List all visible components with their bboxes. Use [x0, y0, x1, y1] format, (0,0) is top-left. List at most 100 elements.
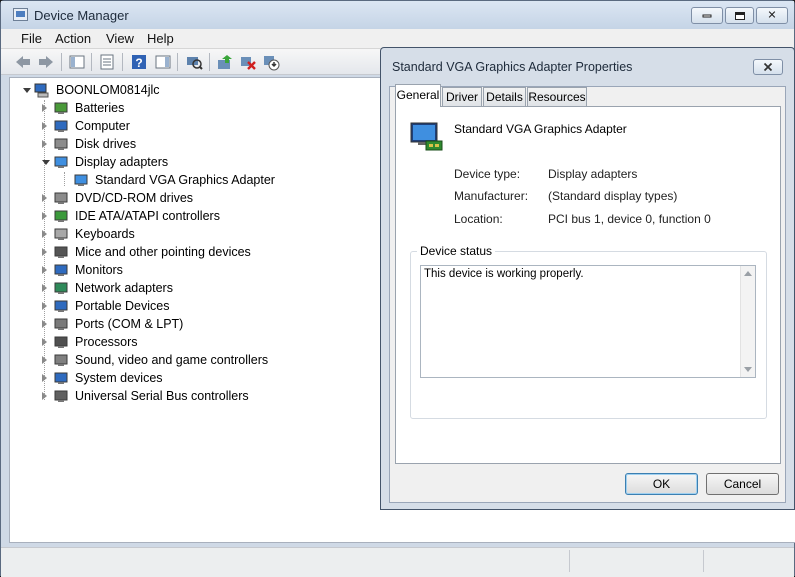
expand-arrow-icon[interactable] [42, 302, 47, 310]
show-hide-tree-icon[interactable] [68, 53, 86, 71]
tree-item[interactable]: Computer [10, 117, 430, 135]
tree-item-label: Network adapters [75, 281, 173, 295]
tree-item-label: Display adapters [75, 155, 169, 169]
display-adapter-icon [73, 172, 89, 188]
toolbar-separator [122, 53, 123, 71]
title-bar[interactable]: Device Manager ✕ [1, 1, 794, 29]
expand-arrow-icon[interactable] [42, 374, 47, 382]
expand-arrow-icon[interactable] [42, 212, 47, 220]
expand-arrow-icon[interactable] [42, 392, 47, 400]
tree-item[interactable]: Display adapters [10, 153, 430, 171]
port-icon [53, 316, 69, 332]
tree-item[interactable]: Mice and other pointing devices [10, 243, 430, 261]
minimize-icon [702, 14, 712, 17]
tree-item[interactable]: Universal Serial Bus controllers [10, 387, 430, 405]
tree-item[interactable]: Ports (COM & LPT) [10, 315, 430, 333]
properties-icon[interactable] [98, 53, 116, 71]
tab-details[interactable]: Details [483, 87, 526, 106]
update-driver-icon[interactable] [216, 53, 234, 71]
menu-help[interactable]: Help [147, 31, 174, 46]
collapse-arrow-icon[interactable] [42, 160, 50, 165]
status-cell [569, 550, 703, 572]
disable-device-icon[interactable] [262, 53, 280, 71]
expand-arrow-icon[interactable] [42, 248, 47, 256]
tree-item[interactable]: Processors [10, 333, 430, 351]
tree-item[interactable]: Portable Devices [10, 297, 430, 315]
tree-root[interactable]: BOONLOM0814jlc [10, 81, 430, 99]
tree-item[interactable]: System devices [10, 369, 430, 387]
tree-item[interactable]: Standard VGA Graphics Adapter [10, 171, 430, 189]
portable-device-icon [53, 298, 69, 314]
device-status-group: Device status This device is working pro… [410, 244, 767, 419]
tree-item[interactable]: DVD/CD-ROM drives [10, 189, 430, 207]
expand-arrow-icon[interactable] [42, 320, 47, 328]
collapse-arrow-icon[interactable] [23, 88, 31, 93]
menu-action[interactable]: Action [55, 31, 91, 46]
keyboard-icon [53, 226, 69, 242]
help-icon[interactable]: ? [130, 53, 148, 71]
expand-arrow-icon[interactable] [42, 284, 47, 292]
expand-arrow-icon[interactable] [42, 230, 47, 238]
usb-icon [53, 388, 69, 404]
tree-item[interactable]: Network adapters [10, 279, 430, 297]
device-status-textbox[interactable]: This device is working properly. [420, 265, 756, 378]
expand-arrow-icon[interactable] [42, 194, 47, 202]
menu-file[interactable]: File [21, 31, 42, 46]
toolbar-separator [209, 53, 210, 71]
scroll-down-icon[interactable] [744, 367, 752, 372]
manufacturer-label: Manufacturer: [454, 189, 529, 203]
close-button[interactable]: ✕ [756, 7, 788, 24]
status-scrollbar[interactable] [740, 266, 755, 377]
tree-item-label: Processors [75, 335, 138, 349]
dvd-drive-icon [53, 190, 69, 206]
maximize-icon [734, 11, 745, 20]
expand-arrow-icon[interactable] [42, 122, 47, 130]
tree-item-label: DVD/CD-ROM drives [75, 191, 194, 205]
scan-hardware-icon[interactable] [185, 53, 203, 71]
uninstall-icon[interactable] [239, 53, 257, 71]
tab-resources[interactable]: Resources [527, 87, 587, 106]
tree-item[interactable]: Keyboards [10, 225, 430, 243]
expand-arrow-icon[interactable] [42, 356, 47, 364]
tree-item-label: IDE ATA/ATAPI controllers [75, 209, 220, 223]
processor-icon [53, 334, 69, 350]
tree-item-label: Portable Devices [75, 299, 170, 313]
dialog-title: Standard VGA Graphics Adapter Properties [392, 60, 633, 74]
expand-arrow-icon[interactable] [42, 266, 47, 274]
toolbar-separator [91, 53, 92, 71]
tree-item[interactable]: Monitors [10, 261, 430, 279]
tree-root-label: BOONLOM0814jlc [56, 83, 160, 97]
tree-item-label: System devices [75, 371, 163, 385]
tree-item[interactable]: Disk drives [10, 135, 430, 153]
expand-arrow-icon[interactable] [42, 140, 47, 148]
forward-arrow-icon[interactable] [37, 53, 55, 71]
device-type-label: Device type: [454, 167, 521, 181]
maximize-button[interactable] [725, 7, 754, 24]
tree-item-label: Standard VGA Graphics Adapter [95, 173, 275, 187]
expand-arrow-icon[interactable] [42, 338, 47, 346]
cancel-button[interactable]: Cancel [706, 473, 779, 495]
dialog-close-button[interactable] [753, 59, 783, 75]
tree-item[interactable]: Sound, video and game controllers [10, 351, 430, 369]
back-arrow-icon[interactable] [14, 53, 32, 71]
computer-icon [34, 82, 50, 98]
tree-item[interactable]: Batteries [10, 99, 430, 117]
action-pane-icon[interactable] [154, 53, 172, 71]
device-manager-icon [13, 8, 28, 21]
tree-item-label: Monitors [75, 263, 123, 277]
dialog-body: General Driver Details Resources Standar… [389, 84, 786, 503]
scroll-up-icon[interactable] [744, 271, 752, 276]
ok-button[interactable]: OK [625, 473, 698, 495]
tree-item[interactable]: IDE ATA/ATAPI controllers [10, 207, 430, 225]
tab-general[interactable]: General [395, 84, 441, 107]
menu-view[interactable]: View [106, 31, 134, 46]
minimize-button[interactable] [691, 7, 723, 24]
sound-icon [53, 352, 69, 368]
tab-driver[interactable]: Driver [442, 87, 482, 106]
tree-item-label: Keyboards [75, 227, 135, 241]
tree-item-label: Sound, video and game controllers [75, 353, 269, 367]
network-adapter-icon [53, 280, 69, 296]
location-value: PCI bus 1, device 0, function 0 [548, 212, 711, 226]
location-label: Location: [454, 212, 503, 226]
expand-arrow-icon[interactable] [42, 104, 47, 112]
